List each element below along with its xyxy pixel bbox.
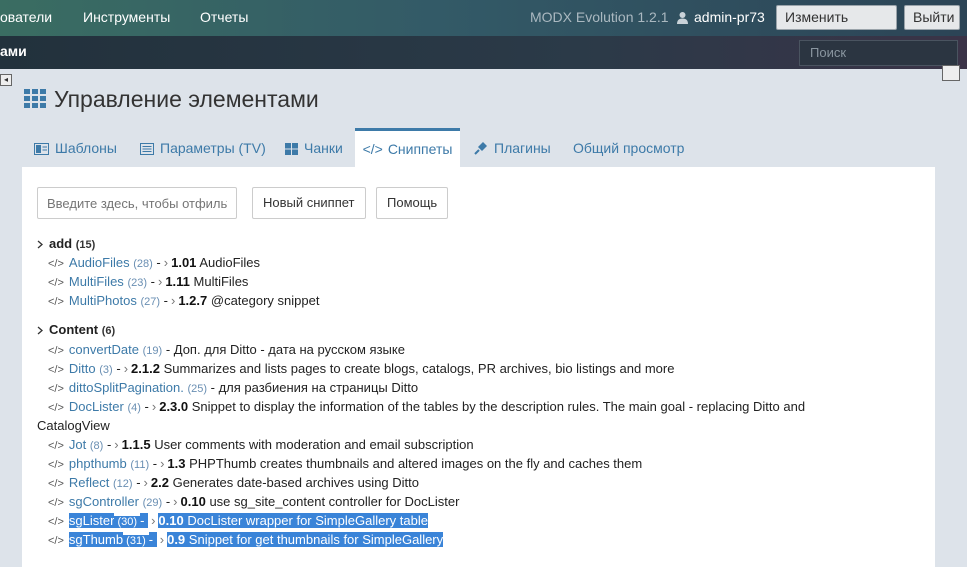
snippet-link[interactable]: Jot [69,437,86,452]
username: admin-pr73 [694,9,765,25]
code-icon: </> [362,141,383,157]
code-icon: </> [48,459,64,471]
snippet-link[interactable]: MultiFiles [69,274,124,289]
snippets-panel: Новый сниппет Помощь add (15) </> AudioFi… [22,167,935,567]
nav-reports[interactable]: Отчеты [200,0,248,36]
plug-icon [474,142,487,155]
snippet-link[interactable]: MultiPhotos [69,293,137,308]
code-icon: </> [48,258,64,270]
code-icon: </> [48,277,64,289]
chunk-grid-icon [285,143,298,155]
list-icon [140,143,154,155]
tab-templates[interactable]: Шаблоны [34,128,117,167]
version-label: MODX Evolution 1.2.1 [530,9,669,25]
new-snippet-button[interactable]: Новый сниппет [252,187,366,219]
code-icon: </> [48,497,64,509]
logout-button[interactable]: Выйти [904,5,960,30]
collapse-sidebar-icon[interactable]: ◂ [0,74,12,86]
snippet-row[interactable]: </> AudioFiles (28) - › 1.01 AudioFiles [48,255,260,270]
nav-users[interactable]: ователи [0,0,52,36]
chevron-right-icon [37,326,43,335]
snippet-link[interactable]: convertDate [69,342,139,357]
snippet-row-selected[interactable]: </> sgLister (30) - › 0.10 DocLister wrapp… [48,513,428,528]
code-icon: </> [48,345,64,357]
snippet-row[interactable]: </> sgController (29) - › 0.10 use sg_site_… [48,494,459,509]
snippet-row[interactable]: </> Jot (8) - › 1.1.5 User comments with mo… [48,437,474,452]
snippet-row[interactable]: </> convertDate (19) - Доп. для Ditto - д… [48,342,405,357]
code-icon: </> [48,516,64,528]
filter-input[interactable] [37,187,237,219]
template-icon [34,143,49,155]
search-input[interactable]: Поиск [799,40,958,66]
snippet-link[interactable]: sgThumb [68,532,124,547]
help-button[interactable]: Помощь [376,187,449,219]
code-icon: </> [48,535,64,547]
snippet-link[interactable]: AudioFiles [69,255,130,270]
code-icon: </> [48,478,64,490]
code-icon: </> [48,402,64,414]
page-title: Управление элементами [24,86,319,113]
top-navbar: ователи Инструменты Отчеты MODX Evolutio… [0,0,967,48]
snippet-row[interactable]: </> phpthumb (11) - › 1.3 PHPThumb creates … [48,456,642,471]
snippet-link[interactable]: phpthumb [69,456,127,471]
snippet-row[interactable]: </> Ditto (3) - › 2.1.2 Summarizes and list… [48,361,674,376]
tab-plugins[interactable]: Плагины [474,128,551,167]
user-menu[interactable]: admin-pr73 [676,0,765,34]
change-password-button[interactable]: Изменить пароль [776,5,897,48]
subbar-title[interactable]: ами [0,36,27,67]
snippet-row[interactable]: </> dittoSplitPagination. (25) - для разб… [48,380,418,395]
nav-tools[interactable]: Инструменты [83,0,170,36]
category-content[interactable]: Content (6) [37,322,115,337]
code-icon: </> [48,296,64,308]
code-icon: </> [48,364,64,376]
code-icon: </> [48,383,64,395]
snippet-link[interactable]: sgLister [68,513,115,528]
user-icon [677,12,688,24]
fullscreen-icon[interactable] [942,65,960,81]
snippet-link[interactable]: Ditto [69,361,96,376]
tab-snippets[interactable]: </> Сниппеты [355,128,460,170]
page-title-text: Управление элементами [54,86,319,112]
snippet-link[interactable]: DocLister [69,399,124,414]
tab-chunks[interactable]: Чанки [285,128,343,167]
code-icon: </> [48,440,64,452]
snippet-link[interactable]: sgController [69,494,139,509]
chevron-right-icon [37,240,43,249]
tab-overview[interactable]: Общий просмотр [573,128,684,167]
category-add[interactable]: add (15) [37,236,95,251]
snippet-row-selected[interactable]: </> sgThumb (31) - › 0.9 Snippet for get t… [48,532,444,547]
tab-tv-params[interactable]: Параметры (TV) [140,128,266,167]
snippet-link[interactable]: Reflect [69,475,109,490]
snippet-row[interactable]: </> Reflect (12) - › 2.2 Generates date-bas… [48,475,419,490]
snippet-row[interactable]: </> MultiFiles (23) - › 1.11 MultiFiles [48,274,248,289]
snippet-desc-wrap: CatalogView [37,418,110,433]
snippet-row[interactable]: </> MultiPhotos (27) - › 1.2.7 @category sn… [48,293,319,308]
snippet-link[interactable]: dittoSplitPagination. [69,380,184,395]
grid-icon [24,89,46,108]
snippet-row[interactable]: </> DocLister (4) - › 2.3.0 Snippet to disp… [48,399,805,414]
